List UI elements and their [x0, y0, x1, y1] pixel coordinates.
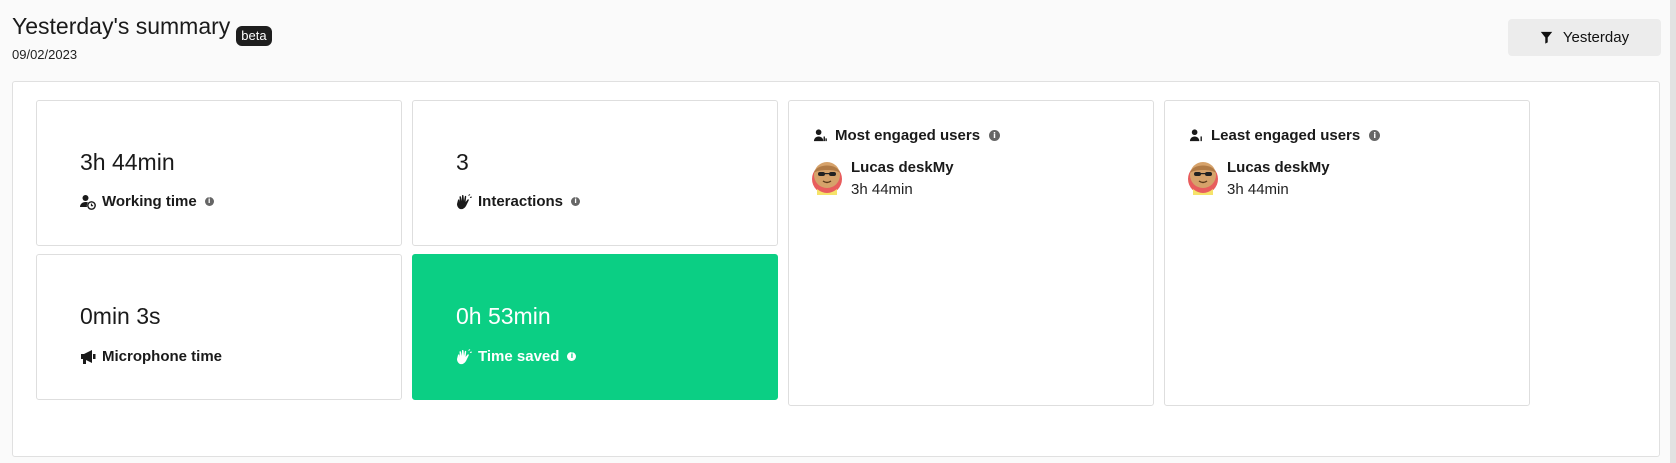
info-icon[interactable]: i	[1369, 130, 1381, 141]
info-icon[interactable]: i	[567, 352, 577, 361]
user-info: Lucas deskMy 3h 44min	[1227, 159, 1330, 199]
scrollbar[interactable]	[1670, 0, 1676, 463]
user-time: 3h 44min	[851, 181, 913, 198]
working-time-label: Working time	[102, 193, 197, 210]
header-title: Yesterday's summary beta	[12, 12, 272, 46]
time-saved-value: 0h 53min	[456, 303, 551, 329]
most-engaged-users-card: Most engaged users i Lucas deskMy 3h 44m…	[788, 100, 1154, 406]
interactions-card: 3 Interactions i	[412, 100, 778, 246]
time-saved-label-row: Time saved i	[456, 348, 577, 365]
summary-panel: 3h 44min Working time i 3 Interactions i…	[12, 81, 1660, 457]
most-engaged-users-title: Most engaged users	[835, 127, 981, 144]
user-clock-icon	[80, 194, 96, 210]
date-filter-button[interactable]: Yesterday	[1508, 19, 1661, 56]
working-time-value: 3h 44min	[80, 149, 175, 175]
info-icon[interactable]: i	[204, 197, 214, 206]
least-engaged-users-card: Least engaged users i Lucas deskMy 3h 44…	[1164, 100, 1530, 406]
interactions-value: 3	[456, 149, 469, 175]
microphone-time-card: 0min 3s Microphone time	[36, 254, 402, 400]
page-title: Yesterday's summary	[12, 13, 231, 39]
megaphone-icon	[80, 349, 96, 365]
page-date: 09/02/2023	[12, 47, 78, 62]
list-item[interactable]: Lucas deskMy 3h 44min	[811, 159, 954, 199]
time-saved-card: 0h 53min Time saved i	[412, 254, 778, 400]
user-info: Lucas deskMy 3h 44min	[851, 159, 954, 199]
microphone-time-label: Microphone time	[102, 348, 223, 365]
user-name: Lucas deskMy	[1227, 159, 1330, 176]
microphone-time-value: 0min 3s	[80, 303, 161, 329]
least-engaged-users-title-row: Least engaged users i	[1189, 127, 1381, 144]
most-engaged-users-title-row: Most engaged users i	[813, 127, 1001, 144]
waving-hand-icon	[456, 348, 472, 365]
microphone-time-label-row: Microphone time	[80, 348, 222, 365]
time-saved-label: Time saved	[478, 348, 560, 365]
avatar	[812, 162, 842, 195]
interactions-label-row: Interactions i	[456, 193, 581, 210]
working-time-label-row: Working time i	[80, 193, 214, 210]
user-icon	[1189, 129, 1202, 142]
waving-hand-icon	[456, 193, 472, 210]
info-icon[interactable]: i	[571, 197, 581, 206]
working-time-card: 3h 44min Working time i	[36, 100, 402, 246]
filter-icon	[1540, 31, 1553, 44]
list-item[interactable]: Lucas deskMy 3h 44min	[1187, 159, 1330, 199]
filter-label: Yesterday	[1562, 29, 1630, 46]
least-engaged-users-title: Least engaged users	[1211, 127, 1361, 144]
avatar	[1188, 162, 1218, 195]
user-time: 3h 44min	[1227, 181, 1289, 198]
user-icon	[813, 129, 827, 142]
interactions-label: Interactions	[478, 193, 564, 210]
user-name: Lucas deskMy	[851, 159, 954, 176]
beta-badge: beta	[236, 26, 272, 46]
info-icon[interactable]: i	[989, 130, 1001, 141]
